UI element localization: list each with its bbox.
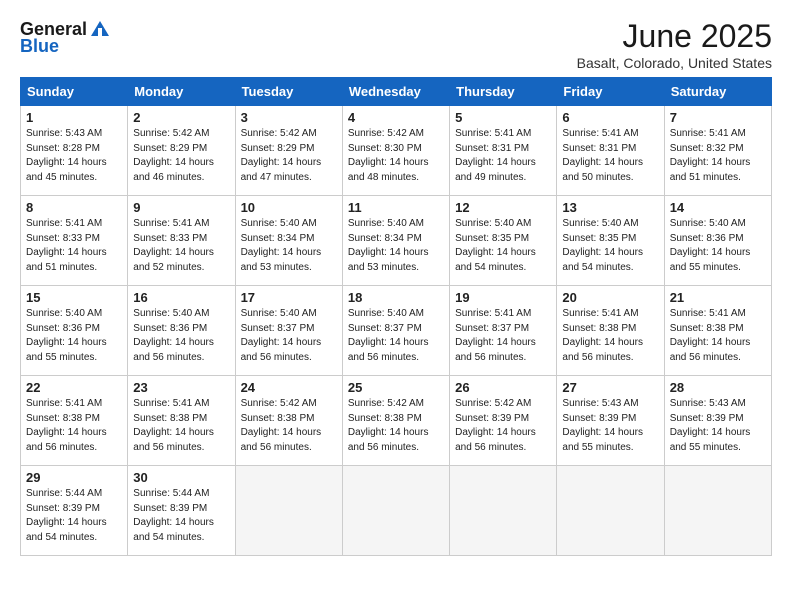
day-cell: 10Sunrise: 5:40 AMSunset: 8:34 PMDayligh… bbox=[235, 196, 342, 286]
day-cell bbox=[664, 466, 771, 556]
col-header-tuesday: Tuesday bbox=[235, 78, 342, 106]
week-row: 8Sunrise: 5:41 AMSunset: 8:33 PMDaylight… bbox=[21, 196, 772, 286]
day-cell: 13Sunrise: 5:40 AMSunset: 8:35 PMDayligh… bbox=[557, 196, 664, 286]
month-title: June 2025 bbox=[577, 18, 772, 55]
col-header-thursday: Thursday bbox=[450, 78, 557, 106]
day-cell: 17Sunrise: 5:40 AMSunset: 8:37 PMDayligh… bbox=[235, 286, 342, 376]
day-cell: 25Sunrise: 5:42 AMSunset: 8:38 PMDayligh… bbox=[342, 376, 449, 466]
day-cell: 2Sunrise: 5:42 AMSunset: 8:29 PMDaylight… bbox=[128, 106, 235, 196]
col-header-monday: Monday bbox=[128, 78, 235, 106]
day-cell: 26Sunrise: 5:42 AMSunset: 8:39 PMDayligh… bbox=[450, 376, 557, 466]
title-block: June 2025 Basalt, Colorado, United State… bbox=[577, 18, 772, 71]
logo-icon bbox=[89, 18, 111, 40]
day-cell: 3Sunrise: 5:42 AMSunset: 8:29 PMDaylight… bbox=[235, 106, 342, 196]
day-cell: 21Sunrise: 5:41 AMSunset: 8:38 PMDayligh… bbox=[664, 286, 771, 376]
day-cell: 11Sunrise: 5:40 AMSunset: 8:34 PMDayligh… bbox=[342, 196, 449, 286]
day-cell: 22Sunrise: 5:41 AMSunset: 8:38 PMDayligh… bbox=[21, 376, 128, 466]
day-cell: 15Sunrise: 5:40 AMSunset: 8:36 PMDayligh… bbox=[21, 286, 128, 376]
day-cell: 12Sunrise: 5:40 AMSunset: 8:35 PMDayligh… bbox=[450, 196, 557, 286]
week-row: 29Sunrise: 5:44 AMSunset: 8:39 PMDayligh… bbox=[21, 466, 772, 556]
day-cell: 28Sunrise: 5:43 AMSunset: 8:39 PMDayligh… bbox=[664, 376, 771, 466]
day-cell: 4Sunrise: 5:42 AMSunset: 8:30 PMDaylight… bbox=[342, 106, 449, 196]
week-row: 15Sunrise: 5:40 AMSunset: 8:36 PMDayligh… bbox=[21, 286, 772, 376]
day-cell: 18Sunrise: 5:40 AMSunset: 8:37 PMDayligh… bbox=[342, 286, 449, 376]
day-cell bbox=[342, 466, 449, 556]
calendar: SundayMondayTuesdayWednesdayThursdayFrid… bbox=[20, 77, 772, 556]
page: General Blue June 2025 Basalt, Colorado,… bbox=[0, 0, 792, 612]
day-cell bbox=[235, 466, 342, 556]
col-header-wednesday: Wednesday bbox=[342, 78, 449, 106]
day-cell: 29Sunrise: 5:44 AMSunset: 8:39 PMDayligh… bbox=[21, 466, 128, 556]
week-row: 1Sunrise: 5:43 AMSunset: 8:28 PMDaylight… bbox=[21, 106, 772, 196]
day-cell bbox=[450, 466, 557, 556]
day-cell: 20Sunrise: 5:41 AMSunset: 8:38 PMDayligh… bbox=[557, 286, 664, 376]
header: General Blue June 2025 Basalt, Colorado,… bbox=[20, 18, 772, 71]
calendar-header-row: SundayMondayTuesdayWednesdayThursdayFrid… bbox=[21, 78, 772, 106]
day-cell: 27Sunrise: 5:43 AMSunset: 8:39 PMDayligh… bbox=[557, 376, 664, 466]
col-header-sunday: Sunday bbox=[21, 78, 128, 106]
day-cell: 16Sunrise: 5:40 AMSunset: 8:36 PMDayligh… bbox=[128, 286, 235, 376]
day-cell: 30Sunrise: 5:44 AMSunset: 8:39 PMDayligh… bbox=[128, 466, 235, 556]
week-row: 22Sunrise: 5:41 AMSunset: 8:38 PMDayligh… bbox=[21, 376, 772, 466]
day-cell: 9Sunrise: 5:41 AMSunset: 8:33 PMDaylight… bbox=[128, 196, 235, 286]
day-cell: 23Sunrise: 5:41 AMSunset: 8:38 PMDayligh… bbox=[128, 376, 235, 466]
day-cell: 6Sunrise: 5:41 AMSunset: 8:31 PMDaylight… bbox=[557, 106, 664, 196]
logo-blue-text: Blue bbox=[20, 36, 59, 56]
day-cell: 5Sunrise: 5:41 AMSunset: 8:31 PMDaylight… bbox=[450, 106, 557, 196]
day-cell: 19Sunrise: 5:41 AMSunset: 8:37 PMDayligh… bbox=[450, 286, 557, 376]
day-cell: 7Sunrise: 5:41 AMSunset: 8:32 PMDaylight… bbox=[664, 106, 771, 196]
col-header-friday: Friday bbox=[557, 78, 664, 106]
day-cell bbox=[557, 466, 664, 556]
day-cell: 8Sunrise: 5:41 AMSunset: 8:33 PMDaylight… bbox=[21, 196, 128, 286]
location: Basalt, Colorado, United States bbox=[577, 55, 772, 71]
day-cell: 24Sunrise: 5:42 AMSunset: 8:38 PMDayligh… bbox=[235, 376, 342, 466]
logo: General Blue bbox=[20, 18, 111, 57]
col-header-saturday: Saturday bbox=[664, 78, 771, 106]
day-cell: 14Sunrise: 5:40 AMSunset: 8:36 PMDayligh… bbox=[664, 196, 771, 286]
day-cell: 1Sunrise: 5:43 AMSunset: 8:28 PMDaylight… bbox=[21, 106, 128, 196]
